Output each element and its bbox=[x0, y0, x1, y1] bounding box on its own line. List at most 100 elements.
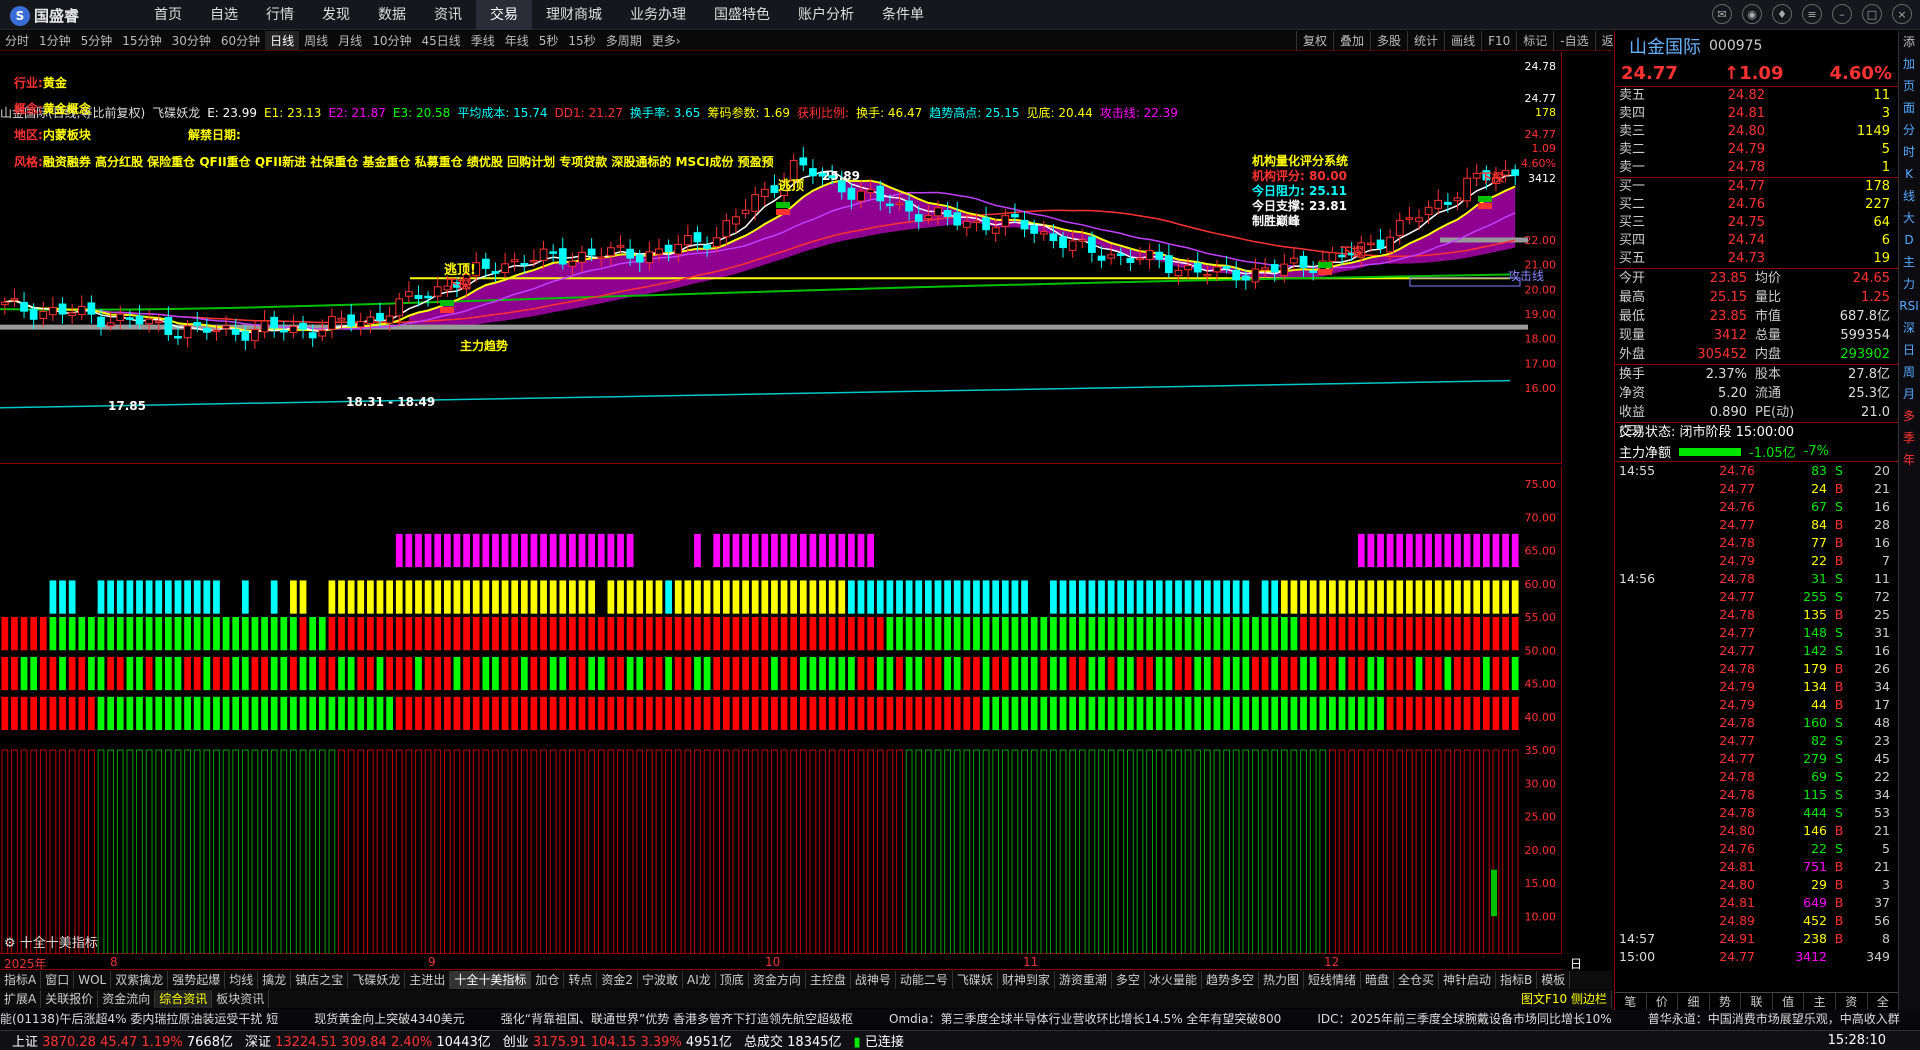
side-tab[interactable]: 年 bbox=[1899, 449, 1919, 471]
minimize-icon[interactable]: – bbox=[1832, 4, 1852, 24]
indicator-tab[interactable]: 战神号 bbox=[851, 971, 896, 989]
indicator-tab[interactable]: 窗口 bbox=[41, 971, 75, 989]
indicator-tab[interactable]: 财神到家 bbox=[998, 971, 1055, 989]
kline-chart[interactable]: 24.78 24.77 178 24.77 1.09 4.60% 3412 22.00 21.0… bbox=[0, 52, 1562, 464]
indicator-tab[interactable]: 短线情绪 bbox=[1304, 971, 1361, 989]
indicator-tab[interactable]: 资金2 bbox=[597, 971, 639, 989]
side-tab[interactable]: 主 bbox=[1899, 251, 1919, 273]
side-tab[interactable]: 大 bbox=[1899, 207, 1919, 229]
side-tab[interactable]: 周 bbox=[1899, 361, 1919, 383]
quote-tab[interactable]: 细 bbox=[1678, 993, 1710, 1010]
indicator-tab[interactable]: 全仓买 bbox=[1394, 971, 1440, 989]
nav-item[interactable]: 条件单 bbox=[868, 0, 938, 30]
indicator-tab[interactable]: 指标A bbox=[0, 971, 42, 989]
indicator-tab[interactable]: 暗盘 bbox=[1361, 971, 1395, 989]
indicator-tab[interactable]: 十全十美指标 bbox=[450, 971, 532, 989]
orderbook-row[interactable]: 卖四 24.81 3 bbox=[1615, 105, 1898, 123]
orderbook-row[interactable]: 买四 24.74 6 bbox=[1615, 232, 1898, 250]
menu-icon[interactable]: ≡ bbox=[1802, 4, 1822, 24]
info-tab[interactable]: 综合资讯 bbox=[155, 990, 213, 1008]
nav-item[interactable]: 发现 bbox=[308, 0, 364, 30]
news-item[interactable]: 能(01138)午后涨超4% 委内瑞拉原油装运受干扰 短 bbox=[0, 1012, 278, 1026]
indicator-tab[interactable]: 主进出 bbox=[405, 971, 451, 989]
orderbook-row[interactable]: 卖二 24.79 5 bbox=[1615, 141, 1898, 159]
indicator-tab[interactable]: 热力图 bbox=[1259, 971, 1304, 989]
tick-list[interactable]: 14:55 24.76 83 S 20 24.77 24 B 21 24.76 67 S 16 24.77… bbox=[1615, 462, 1898, 966]
indicator-tab[interactable]: 转点 bbox=[564, 971, 598, 989]
cy-index[interactable]: 创业 3175.91 104.15 3.39% 4951亿 bbox=[503, 1031, 732, 1050]
indicator-tab[interactable]: 主控盘 bbox=[806, 971, 851, 989]
info-tab[interactable]: 板块资讯 bbox=[212, 990, 270, 1008]
indicator-tab[interactable]: 强势起爆 bbox=[168, 971, 226, 989]
info-tab[interactable]: 扩展A bbox=[0, 990, 42, 1008]
side-tab[interactable]: 季 bbox=[1899, 427, 1919, 449]
maximize-icon[interactable]: □ bbox=[1862, 4, 1882, 24]
side-tab[interactable]: 日 bbox=[1899, 339, 1919, 361]
indicator-tab[interactable]: 动能二号 bbox=[896, 971, 953, 989]
side-tab[interactable]: 深 bbox=[1899, 317, 1919, 339]
side-tab[interactable]: K bbox=[1899, 163, 1919, 185]
sh-index[interactable]: 上证 3870.28 45.47 1.19% 7668亿 bbox=[12, 1031, 233, 1050]
period-tab[interactable]: 60分钟 bbox=[216, 31, 265, 50]
period-tab[interactable]: 5秒 bbox=[534, 31, 564, 50]
period-tab[interactable]: 15分钟 bbox=[117, 31, 166, 50]
nav-item[interactable]: 行情 bbox=[252, 0, 308, 30]
orderbook-row[interactable]: 买三 24.75 64 bbox=[1615, 214, 1898, 232]
tool-button[interactable]: 标记 bbox=[1516, 31, 1553, 51]
indicator-tab[interactable]: 神针启动 bbox=[1439, 971, 1497, 989]
nav-item[interactable]: 自选 bbox=[196, 0, 252, 30]
indicator-tab[interactable]: 冰火量能 bbox=[1145, 971, 1202, 989]
info-tab[interactable]: 关联报价 bbox=[41, 990, 99, 1008]
side-tab[interactable]: 面 bbox=[1899, 97, 1919, 119]
indicator-tab[interactable]: WOL bbox=[74, 971, 112, 989]
quote-tab[interactable]: 联 bbox=[1741, 993, 1773, 1010]
nav-item[interactable]: 交易 bbox=[476, 0, 532, 30]
nav-item[interactable]: 资讯 bbox=[420, 0, 476, 30]
period-tab[interactable]: 更多› bbox=[647, 31, 686, 50]
period-tab[interactable]: 多周期 bbox=[601, 31, 647, 50]
news-item[interactable]: Omdia：第三季度全球半导体行业营收环比增长14.5% 全年有望突破800 bbox=[889, 1012, 1281, 1026]
quote-tab[interactable]: 值 bbox=[1773, 993, 1805, 1010]
period-tab[interactable]: 15秒 bbox=[563, 31, 600, 50]
period-tab[interactable]: 日线 bbox=[265, 31, 300, 50]
period-tab[interactable]: 月线 bbox=[333, 31, 367, 50]
orderbook-row[interactable]: 买二 24.76 227 bbox=[1615, 196, 1898, 214]
indicator-tab[interactable]: 飞碟妖龙 bbox=[348, 971, 406, 989]
indicator-tab[interactable]: 游资重潮 bbox=[1055, 971, 1112, 989]
side-tab[interactable]: 分 bbox=[1899, 119, 1919, 141]
side-tab[interactable]: 页 bbox=[1899, 75, 1919, 97]
side-tab[interactable]: 力 bbox=[1899, 273, 1919, 295]
indicator-tab[interactable]: 多空 bbox=[1112, 971, 1145, 989]
side-tab[interactable]: 时 bbox=[1899, 141, 1919, 163]
nav-item[interactable]: 首页 bbox=[140, 0, 196, 30]
nav-item[interactable]: 国盛特色 bbox=[700, 0, 784, 30]
period-tab[interactable]: 1分钟 bbox=[34, 31, 76, 50]
nav-item[interactable]: 账户分析 bbox=[784, 0, 868, 30]
orderbook-row[interactable]: 卖五 24.82 11 bbox=[1615, 87, 1898, 105]
close-icon[interactable]: × bbox=[1892, 4, 1912, 24]
side-tab[interactable]: 线 bbox=[1899, 185, 1919, 207]
news-item[interactable]: IDC：2025年前三季度全球腕戴设备市场同比增长10% bbox=[1317, 1012, 1611, 1026]
tool-button[interactable]: 叠加 bbox=[1333, 31, 1370, 51]
indicator-tab[interactable]: 指标B bbox=[1496, 971, 1538, 989]
settings-icon[interactable]: ⚙ bbox=[4, 936, 16, 951]
indicator-tab[interactable]: 宁波敢 bbox=[638, 971, 684, 989]
tool-button[interactable]: 多股 bbox=[1370, 31, 1407, 51]
period-tab[interactable]: 5分钟 bbox=[76, 31, 118, 50]
side-tab[interactable]: RSI bbox=[1899, 295, 1919, 317]
period-tab[interactable]: 10分钟 bbox=[367, 31, 416, 50]
indicator-tab[interactable]: 擒龙 bbox=[258, 971, 292, 989]
sidebar-toggle[interactable]: 图文F10 侧边栏 bbox=[1517, 990, 1612, 1008]
indicator-tab[interactable]: 飞碟妖 bbox=[953, 971, 998, 989]
period-tab[interactable]: 45日线 bbox=[416, 31, 465, 50]
nav-item[interactable]: 业务办理 bbox=[616, 0, 700, 30]
sub-indicator-chart[interactable]: 75.00 70.00 65.00 60.00 55.00 50.00 45.00 40.00… bbox=[0, 466, 1562, 954]
quote-tab[interactable]: 全 bbox=[1868, 993, 1900, 1010]
quote-tab[interactable]: 笔 bbox=[1615, 993, 1647, 1010]
side-tab[interactable]: 加 bbox=[1899, 53, 1919, 75]
user-icon[interactable]: ◉ bbox=[1742, 4, 1762, 24]
news-item[interactable]: 强化“背靠祖国、联通世界”优势 香港多管齐下打造领先航空超级枢 bbox=[501, 1012, 853, 1026]
period-tab[interactable]: 分时 bbox=[0, 31, 34, 50]
period-tab[interactable]: 年线 bbox=[500, 31, 534, 50]
tool-button[interactable]: 画线 bbox=[1444, 31, 1481, 51]
